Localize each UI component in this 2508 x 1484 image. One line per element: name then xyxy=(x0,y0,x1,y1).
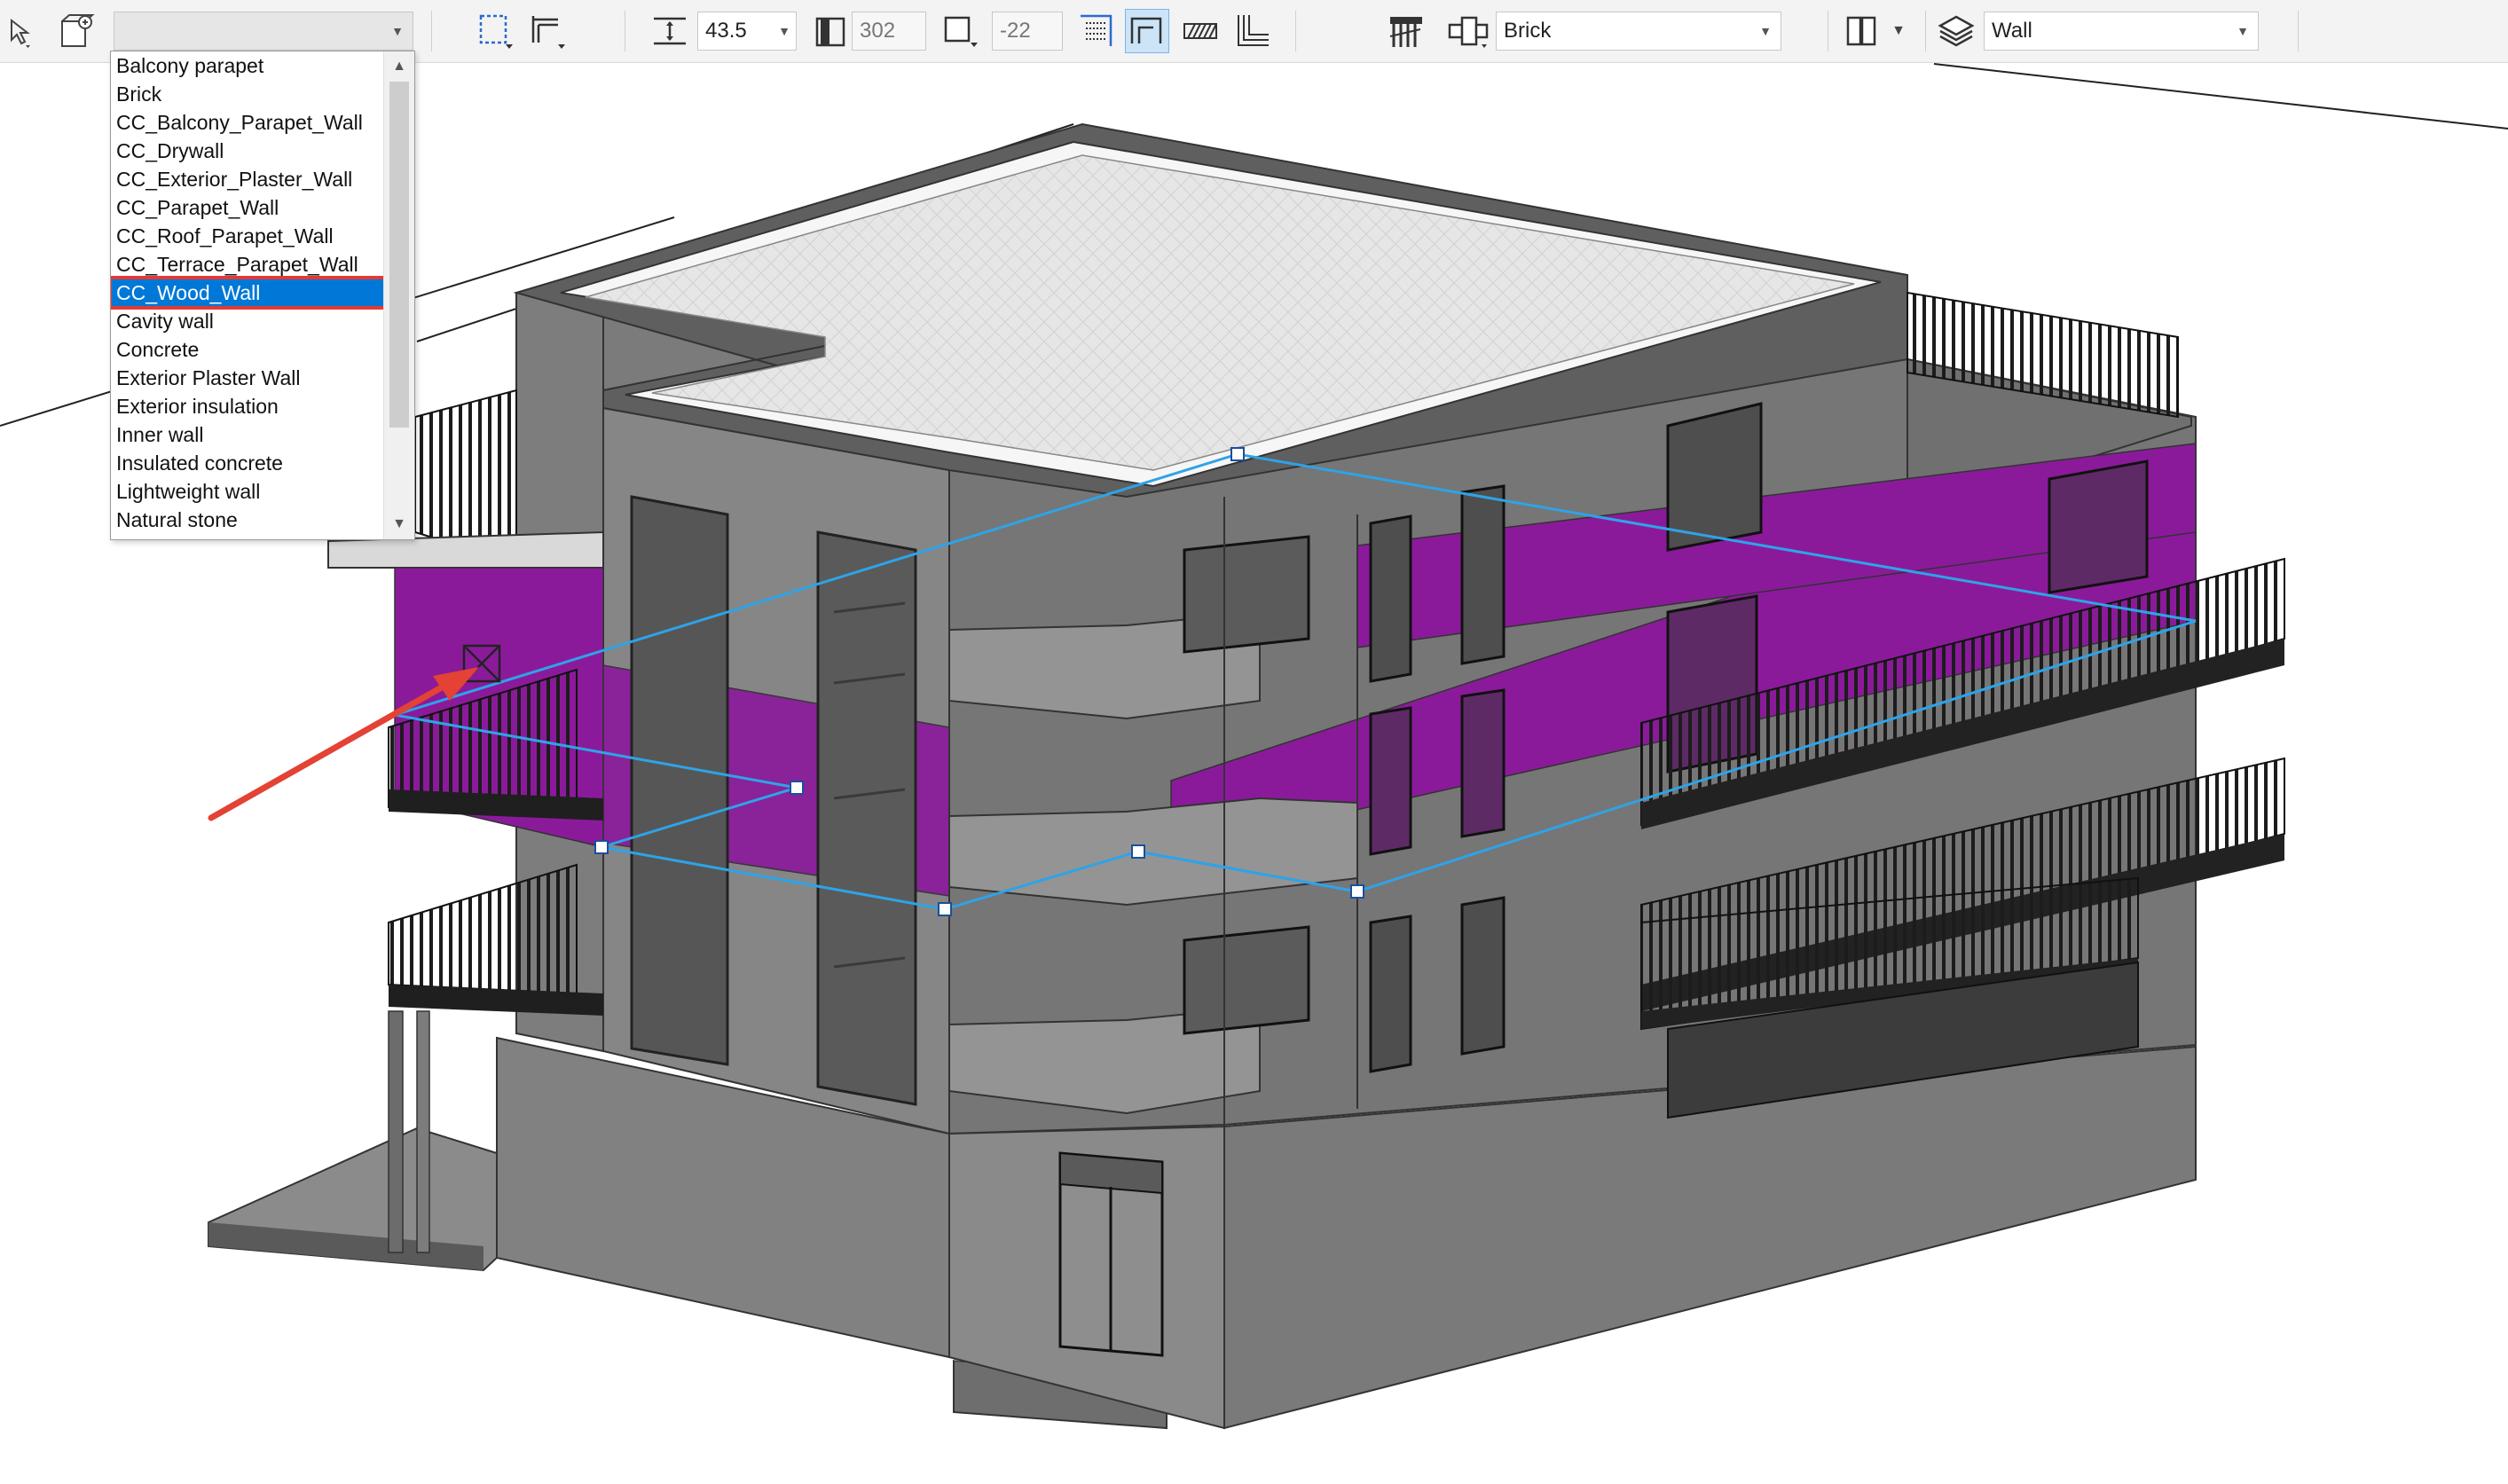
column xyxy=(416,1010,430,1253)
wall-axis-icon[interactable] xyxy=(527,9,571,53)
scrollbar-thumb[interactable] xyxy=(389,82,409,428)
area-select-icon[interactable] xyxy=(474,9,518,53)
dropdown-option[interactable]: CC_Drywall xyxy=(111,137,384,165)
left-balcony-railing xyxy=(388,863,578,995)
window xyxy=(1183,535,1310,654)
offset-icon[interactable] xyxy=(939,9,983,53)
wall-join-icon[interactable] xyxy=(1125,9,1169,53)
thickness-field[interactable]: 43.5 ▼ xyxy=(697,12,797,51)
material-catalog-icon[interactable] xyxy=(55,9,99,53)
scroll-down-icon[interactable]: ▼ xyxy=(384,511,414,538)
dropdown-option[interactable]: Balcony parapet xyxy=(111,51,384,80)
dropdown-option[interactable]: CC_Terrace_Parapet_Wall xyxy=(111,250,384,279)
toolbar-separator xyxy=(1295,11,1296,51)
material-combo[interactable]: ▼ xyxy=(114,12,413,51)
window xyxy=(1460,484,1506,665)
surface-style-icon[interactable] xyxy=(1384,9,1428,53)
height-field[interactable]: 302 xyxy=(852,12,926,51)
toolbar-separator xyxy=(431,11,432,51)
offset-value: -22 xyxy=(1000,19,1031,43)
layer-split-icon[interactable] xyxy=(1842,9,1886,53)
corner-icon[interactable] xyxy=(1230,9,1274,53)
dropdown-option[interactable]: Cavity wall xyxy=(111,307,384,335)
toolbar-separator xyxy=(1925,11,1926,51)
dropdown-options: Balcony parapet Brick CC_Balcony_Parapet_W… xyxy=(111,51,384,539)
chevron-down-icon[interactable]: ▼ xyxy=(2228,24,2258,38)
chevron-down-icon[interactable]: ▼ xyxy=(382,24,413,38)
layers-icon[interactable] xyxy=(1934,9,1978,53)
dropdown-option[interactable]: CC_Exterior_Plaster_Wall xyxy=(111,165,384,193)
dropdown-option[interactable]: Exterior Plaster Wall xyxy=(111,364,384,392)
window xyxy=(1369,706,1412,856)
layer-combo[interactable]: Wall ▼ xyxy=(1984,12,2259,51)
construction-line xyxy=(1933,63,2508,130)
material-link-icon[interactable] xyxy=(1446,9,1490,53)
height-icon xyxy=(809,9,853,53)
toolbar-separator xyxy=(2298,11,2299,51)
height-value: 302 xyxy=(860,19,896,43)
window xyxy=(1666,402,1763,552)
dropdown-option[interactable]: CC_Balcony_Parapet_Wall xyxy=(111,108,384,137)
window xyxy=(1183,925,1310,1035)
thickness-value: 43.5 xyxy=(705,19,747,43)
dropdown-option[interactable]: Exterior insulation xyxy=(111,392,384,420)
material-dropdown-list[interactable]: Balcony parapet Brick CC_Balcony_Parapet_W… xyxy=(110,51,415,540)
dropdown-option[interactable]: CC_Parapet_Wall xyxy=(111,193,384,222)
window xyxy=(1369,514,1412,683)
chevron-down-icon[interactable]: ▼ xyxy=(1886,9,1911,53)
chevron-down-icon[interactable]: ▼ xyxy=(1750,24,1781,38)
stairwell-window xyxy=(630,495,729,1066)
dropdown-scrollbar[interactable]: ▲ ▼ xyxy=(383,51,414,539)
dropdown-option[interactable]: Insulated concrete xyxy=(111,449,384,477)
layer-value: Wall xyxy=(1992,19,2032,43)
select-tool-icon[interactable] xyxy=(4,9,35,53)
window xyxy=(1460,688,1506,838)
window xyxy=(2048,459,2149,594)
window xyxy=(1460,896,1506,1056)
thickness-icon xyxy=(648,9,692,53)
scroll-up-icon[interactable]: ▲ xyxy=(384,53,414,80)
surface-value: Brick xyxy=(1504,19,1552,43)
dropdown-option[interactable]: CC_Wood_Wall xyxy=(111,276,384,310)
column xyxy=(388,1010,404,1253)
hatch-icon[interactable] xyxy=(1178,9,1223,53)
grid-snap-icon[interactable] xyxy=(1073,9,1118,53)
dropdown-option[interactable]: Lightweight wall xyxy=(111,477,384,506)
dropdown-option[interactable]: Concrete xyxy=(111,335,384,364)
offset-field[interactable]: -22 xyxy=(992,12,1063,51)
stairwell-window xyxy=(816,530,917,1106)
dropdown-option[interactable]: CC_Roof_Parapet_Wall xyxy=(111,222,384,250)
window xyxy=(1369,915,1412,1073)
dropdown-option[interactable]: Inner wall xyxy=(111,420,384,449)
dropdown-option[interactable]: Natural stone xyxy=(111,506,384,534)
surface-combo[interactable]: Brick ▼ xyxy=(1496,12,1781,51)
dropdown-option[interactable]: Brick xyxy=(111,80,384,108)
chevron-down-icon[interactable]: ▼ xyxy=(773,24,796,38)
